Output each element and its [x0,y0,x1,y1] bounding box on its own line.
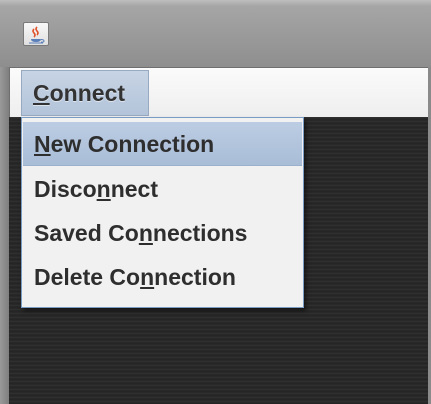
menu-item-mnemonic: n [140,264,155,290]
menu-item-label-pre: Saved Co [34,220,139,246]
menu-item-mnemonic: N [34,131,51,157]
java-coffee-cup-icon[interactable] [23,22,49,46]
menu-item-new-connection[interactable]: New Connection [23,122,302,166]
app-window: Connect New Connection Disconnect Saved … [0,0,431,404]
menu-connect[interactable]: Connect [21,70,149,116]
menu-item-delete-connection[interactable]: Delete Connection [23,255,302,299]
menu-item-label-pre: Delete Co [34,264,141,290]
connect-dropdown-menu: New Connection Disconnect Saved Connecti… [21,117,304,308]
menu-item-saved-connections[interactable]: Saved Connections [23,211,302,255]
menu-item-label-post: nect [110,176,158,202]
title-bar-shine [0,0,431,6]
menu-item-label-post: ew Connection [50,131,215,157]
menu-bar: Connect [9,67,428,117]
title-bar[interactable] [0,0,431,67]
menu-connect-mnemonic: C [33,80,50,106]
menu-item-mnemonic: n [138,220,153,246]
menu-item-disconnect[interactable]: Disconnect [23,167,302,211]
menu-item-label-post: nections [152,220,248,246]
menu-item-mnemonic: n [96,176,111,202]
menu-connect-label-post: onnect [49,80,126,106]
window-frame-left [0,67,9,404]
menu-item-label-pre: Disco [34,176,97,202]
menu-item-label-post: nection [154,264,236,290]
